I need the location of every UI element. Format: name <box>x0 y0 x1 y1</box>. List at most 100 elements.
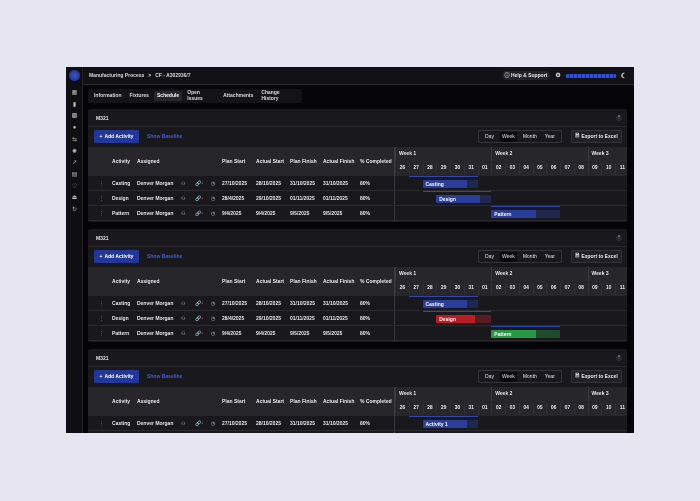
column-header[interactable]: % Completed <box>360 279 392 285</box>
link-icon[interactable]: 🔗• <box>195 196 203 202</box>
view-year-button[interactable]: Year <box>543 372 557 382</box>
column-header[interactable]: Plan Finish <box>290 159 317 165</box>
table-row[interactable]: ⋮ Casting Denver Morgan 27/10/2025 28/10/202… <box>88 296 627 311</box>
view-day-button[interactable]: Day <box>483 132 496 142</box>
table-icon[interactable]: ▤ <box>71 172 78 179</box>
grid-icon[interactable]: ▩ <box>71 113 78 120</box>
add-activity-button[interactable]: + Add Activity <box>94 130 139 143</box>
column-header[interactable]: Assigned <box>137 279 160 285</box>
drag-handle-icon[interactable]: ⋮ <box>99 196 104 202</box>
column-header[interactable]: Actual Start <box>256 399 284 405</box>
table-row[interactable]: ⋮ Casting Denver Morgan 27/10/2025 28/10/202… <box>88 176 627 191</box>
drag-handle-icon[interactable]: ⋮ <box>99 301 104 307</box>
export-excel-button[interactable]: 🗎 Export to Excel <box>571 130 622 143</box>
users-icon[interactable]: ⚇ <box>181 316 185 322</box>
users-icon[interactable]: ⚇ <box>181 421 185 427</box>
column-header[interactable]: Plan Start <box>222 279 245 285</box>
show-baseline-link[interactable]: Show Baseline <box>147 134 182 140</box>
view-year-button[interactable]: Year <box>543 252 557 262</box>
transfer-icon[interactable]: ⇆ <box>71 137 78 144</box>
clock-icon[interactable]: ◷ <box>211 301 215 307</box>
column-header[interactable]: Actual Finish <box>323 159 354 165</box>
drag-handle-icon[interactable]: ⋮ <box>99 331 104 337</box>
settings-icon[interactable]: ● <box>71 125 78 132</box>
column-header[interactable]: Assigned <box>137 159 160 165</box>
link-icon[interactable]: 🔗• <box>195 301 203 307</box>
drag-handle-icon[interactable]: ⋮ <box>99 211 104 217</box>
table-row[interactable]: ⋮ Pattern Denver Morgan 9/4/2025 9/4/2025 9/5… <box>88 206 627 221</box>
column-header[interactable]: Plan Start <box>222 399 245 405</box>
view-month-button[interactable]: Month <box>521 372 539 382</box>
collapse-chevron-icon[interactable]: ⌃ <box>616 115 622 121</box>
column-header[interactable]: Activity <box>112 399 130 405</box>
trend-icon[interactable]: ↗ <box>71 160 78 167</box>
users-icon[interactable]: ⚇ <box>181 211 185 217</box>
export-excel-button[interactable]: 🗎 Export to Excel <box>571 370 622 383</box>
column-header[interactable]: Plan Finish <box>290 279 317 285</box>
tab-change-history[interactable]: Change History <box>258 88 299 104</box>
view-day-button[interactable]: Day <box>483 252 496 262</box>
users-icon[interactable]: ⚇ <box>181 196 185 202</box>
tab-fixtures[interactable]: Fixtures <box>127 91 152 101</box>
users-icon[interactable]: ⚇ <box>181 331 185 337</box>
tab-open-issues[interactable]: Open Issues <box>184 88 218 104</box>
gantt-bar[interactable]: Casting <box>422 180 478 188</box>
gantt-bar[interactable]: Design <box>436 315 492 323</box>
column-header[interactable]: Actual Start <box>256 279 284 285</box>
column-header[interactable]: Actual Finish <box>323 279 354 285</box>
show-baseline-link[interactable]: Show Baseline <box>147 254 182 260</box>
column-header[interactable]: % Completed <box>360 399 392 405</box>
users-icon[interactable]: ⚇ <box>181 181 185 187</box>
account-link[interactable] <box>565 73 616 78</box>
gantt-bar[interactable]: Pattern <box>491 330 560 338</box>
column-header[interactable]: Activity <box>112 279 130 285</box>
table-row[interactable]: ⋮ Design Denver Morgan 28/4/2025 29/10/2025 0… <box>88 311 627 326</box>
heart-icon[interactable]: ♡ <box>71 184 78 191</box>
view-week-button[interactable]: Week <box>500 371 517 382</box>
collapse-chevron-icon[interactable]: ⌃ <box>616 355 622 361</box>
column-header[interactable]: Activity <box>112 159 130 165</box>
gear-icon[interactable]: ✺ <box>71 149 78 156</box>
column-header[interactable]: Plan Start <box>222 159 245 165</box>
clock-icon[interactable]: ◷ <box>211 421 215 427</box>
dark-mode-toggle-icon[interactable]: ☾ <box>621 72 627 80</box>
gantt-bar[interactable]: Design <box>436 195 492 203</box>
table-row[interactable]: ⋮ Design Denver Morgan 28/4/2025 29/10/2025 0… <box>88 191 627 206</box>
clock-icon[interactable]: ◷ <box>211 181 215 187</box>
clock-icon[interactable]: ◷ <box>211 211 215 217</box>
link-icon[interactable]: 🔗• <box>195 331 203 337</box>
clock-icon[interactable]: ◷ <box>211 331 215 337</box>
view-day-button[interactable]: Day <box>483 372 496 382</box>
export-excel-button[interactable]: 🗎 Export to Excel <box>571 250 622 263</box>
users-icon[interactable]: ⚇ <box>181 301 185 307</box>
settings-icon[interactable]: ⚙ <box>555 72 560 79</box>
view-week-button[interactable]: Week <box>500 131 517 142</box>
column-header[interactable]: Actual Finish <box>323 399 354 405</box>
help-support-button[interactable]: ⓘ Help & Support <box>501 71 551 80</box>
chart-icon[interactable]: ▮ <box>71 102 78 109</box>
view-month-button[interactable]: Month <box>521 252 539 262</box>
tab-schedule[interactable]: Schedule <box>153 91 183 101</box>
link-icon[interactable]: 🔗• <box>195 181 203 187</box>
drag-handle-icon[interactable]: ⋮ <box>99 181 104 187</box>
link-icon[interactable]: 🔗• <box>195 211 203 217</box>
drag-handle-icon[interactable]: ⋮ <box>99 316 104 322</box>
column-header[interactable]: % Completed <box>360 159 392 165</box>
clock-icon[interactable]: ◷ <box>211 316 215 322</box>
upload-icon[interactable]: ⏏ <box>71 195 78 202</box>
view-week-button[interactable]: Week <box>500 251 517 262</box>
collapse-chevron-icon[interactable]: ⌃ <box>616 235 622 241</box>
add-activity-button[interactable]: + Add Activity <box>94 250 139 263</box>
refresh-icon[interactable]: ↻ <box>71 207 78 214</box>
tab-attachments[interactable]: Attachments <box>220 91 256 101</box>
gantt-bar[interactable]: Activity 1 <box>422 420 478 428</box>
link-icon[interactable]: 🔗• <box>195 316 203 322</box>
dashboard-icon[interactable]: ▦ <box>71 90 78 97</box>
tab-information[interactable]: Information <box>91 91 125 101</box>
drag-handle-icon[interactable]: ⋮ <box>99 421 104 427</box>
gantt-bar[interactable]: Casting <box>422 300 478 308</box>
view-year-button[interactable]: Year <box>543 132 557 142</box>
column-header[interactable]: Plan Finish <box>290 399 317 405</box>
table-row[interactable]: ⋮ Pattern Denver Morgan 9/4/2025 9/4/2025 9/5… <box>88 326 627 341</box>
gantt-bar[interactable]: Pattern <box>491 210 560 218</box>
